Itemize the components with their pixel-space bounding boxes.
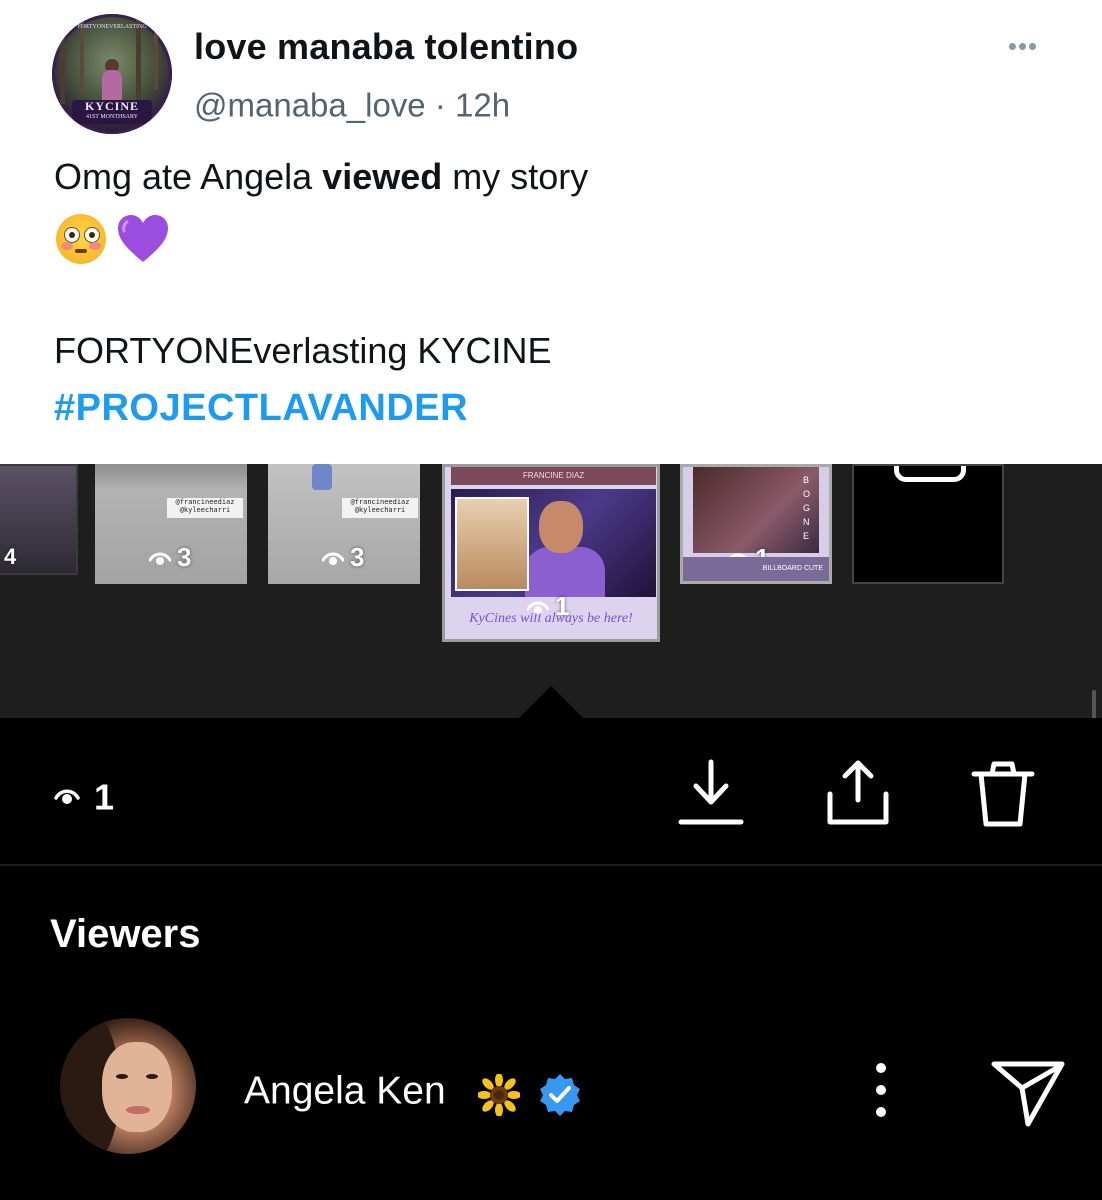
divider [0, 864, 1102, 866]
share-icon[interactable] [825, 758, 891, 830]
eye-icon [148, 552, 172, 566]
story-vertical-text: BOGNE [803, 475, 811, 541]
story-views: 3 [148, 542, 192, 573]
purple-heart-icon [118, 215, 168, 262]
viewer-name[interactable]: Angela Ken [244, 1068, 446, 1114]
story-thumb[interactable]: 4 [0, 464, 78, 575]
eye-icon [54, 789, 80, 805]
story-views-count: 4 [4, 544, 17, 569]
story-image [95, 464, 247, 492]
eye-icon [526, 601, 550, 615]
tweet-text-after: my story [442, 156, 589, 197]
verified-badge-icon [540, 1074, 580, 1116]
story-topbar-text: FRANCINE DIAZ [451, 467, 656, 485]
hashtag-link[interactable]: #PROJECTLAVANDER [54, 387, 468, 430]
viewer-avatar[interactable] [60, 1018, 196, 1154]
story-image [693, 467, 819, 553]
story-views-count: 3 [350, 542, 365, 572]
avatar-badge-title: KYCINE [84, 99, 139, 113]
story-views: 3 [321, 542, 365, 573]
story-thumb-selected[interactable]: FRANCINE DIAZ KyCines will always be her… [442, 464, 660, 642]
story-views-count: 1 [555, 591, 570, 621]
author-display-name[interactable]: love manaba tolentino [194, 26, 578, 68]
story-insights-panel: 1 Viewers Angela Ken [0, 718, 1102, 1200]
tweet-text-before: Omg ate Angela [54, 156, 323, 197]
send-message-icon[interactable] [990, 1058, 1066, 1128]
story-image [312, 464, 332, 490]
author-meta: @manaba_love · 12h [194, 84, 510, 124]
selected-pointer [519, 686, 583, 718]
mention-sticker: @francineediaz @kyleecharri [167, 498, 243, 518]
story-thumbnail-strip: 4 @francineediaz @kyleecharri 3 @francin… [0, 464, 1102, 718]
author-avatar[interactable]: FORTYONEVERLASTING KYCINE 41ST MONTHSARY [52, 14, 172, 134]
more-options-icon[interactable]: ••• [1001, 33, 1045, 59]
avatar-badge-subtitle: 41ST MONTHSARY [85, 114, 139, 120]
story-views-count: 3 [177, 542, 192, 572]
story-views: 1 [526, 591, 570, 622]
story-thumb[interactable]: @francineediaz @kyleecharri 3 [268, 464, 420, 584]
tweet-time[interactable]: 12h [455, 86, 510, 123]
avatar-badge: KYCINE 41ST MONTHSARY [72, 100, 152, 124]
mention-sticker: @francineediaz @kyleecharri [342, 498, 418, 518]
tweet-text-bold: viewed [322, 156, 443, 197]
story-inset-photo [455, 497, 529, 591]
tweet-text-line: Omg ate Angela viewed my story [54, 156, 588, 198]
download-icon[interactable] [678, 758, 744, 830]
tweet-text-line2: FORTYONEverlasting KYCINE [54, 330, 552, 371]
author-handle[interactable]: @manaba_love [194, 86, 426, 123]
views-counter: 1 [54, 774, 114, 818]
viewers-heading: Viewers [50, 912, 201, 956]
scrollbar[interactable] [1092, 690, 1096, 718]
camera-icon [894, 466, 966, 482]
meta-separator: · [434, 86, 446, 124]
kebab-menu-icon[interactable] [868, 1060, 894, 1120]
views-count: 1 [94, 776, 115, 818]
story-thumb[interactable]: @francineediaz @kyleecharri 3 [95, 464, 247, 584]
svg-text:FORTYONEVERLASTING: FORTYONEVERLASTING [77, 24, 147, 30]
eye-icon [321, 552, 345, 566]
trash-icon[interactable] [970, 758, 1036, 830]
sunflower-icon [478, 1074, 520, 1116]
add-story-thumb[interactable] [852, 464, 1004, 584]
tweet-header: FORTYONEVERLASTING KYCINE 41ST MONTHSARY… [0, 0, 1102, 464]
story-footer-text: BILLBOARD CUTE [683, 557, 829, 581]
story-thumb[interactable]: BOGNE 1 BILLBOARD CUTE [680, 464, 832, 584]
flushed-face-icon [56, 214, 106, 264]
